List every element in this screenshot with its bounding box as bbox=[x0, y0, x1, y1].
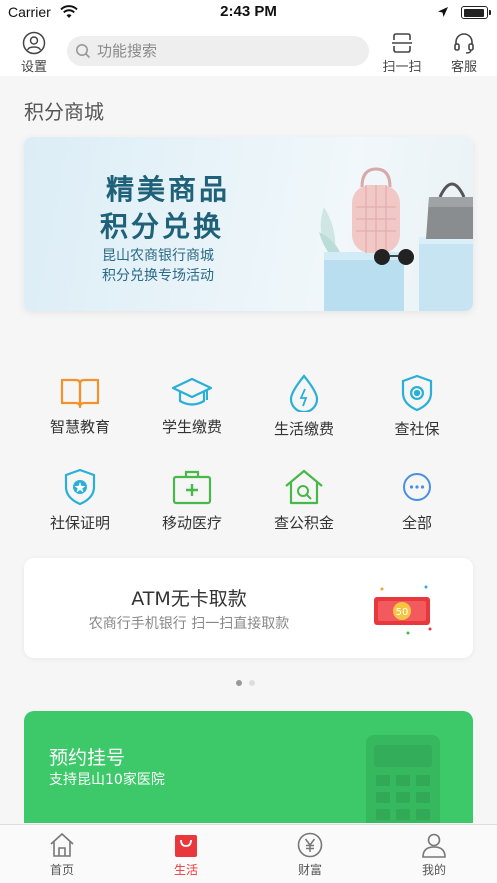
atm-subtitle: 农商行手机银行 扫一扫直接取款 bbox=[88, 616, 290, 632]
service-housing-fund[interactable]: 查公积金 bbox=[242, 468, 366, 533]
more-icon bbox=[403, 473, 431, 501]
clock: 2:43 PM bbox=[220, 3, 277, 20]
atm-title: ATM无卡取款 bbox=[131, 588, 247, 610]
tab-mine[interactable]: 我的 bbox=[372, 831, 496, 878]
service-label: 移动医疗 bbox=[161, 514, 222, 532]
service-label: 查社保 bbox=[394, 420, 440, 438]
battery-icon bbox=[461, 6, 491, 19]
headset-icon bbox=[454, 33, 474, 54]
home-icon bbox=[50, 832, 74, 857]
service-label: 生活缴费 bbox=[273, 420, 334, 438]
atm-cardless-card[interactable]: ATM无卡取款 农商行手机银行 扫一扫直接取款 50 bbox=[24, 558, 473, 658]
scan-label: 扫一扫 bbox=[382, 60, 422, 75]
customer-service-button[interactable]: 客服 bbox=[442, 31, 486, 75]
service-label: 智慧教育 bbox=[49, 418, 110, 436]
scan-icon bbox=[392, 33, 412, 53]
banner-subtitle-1: 昆山农商银行商城 bbox=[102, 248, 214, 264]
appointment-card[interactable]: 预约挂号 支持昆山10家医院 bbox=[24, 711, 473, 823]
shopping-bag-icon bbox=[175, 835, 197, 857]
service-smart-education[interactable]: 智慧教育 bbox=[18, 376, 142, 437]
service-insurance-certificate[interactable]: 社保证明 bbox=[18, 468, 142, 533]
pager-dot-active bbox=[236, 680, 242, 686]
tab-label: 首页 bbox=[49, 863, 74, 877]
book-icon bbox=[60, 378, 100, 409]
section-title: 积分商城 bbox=[24, 100, 104, 124]
service-label: 学生缴费 bbox=[161, 418, 222, 436]
service-label: 查公积金 bbox=[273, 514, 334, 532]
service-mobile-medical[interactable]: 移动医疗 bbox=[130, 468, 254, 533]
tab-bar: 首页 生活 财富 我的 bbox=[0, 824, 497, 883]
shield-icon bbox=[401, 374, 433, 412]
service-student-payment[interactable]: 学生缴费 bbox=[130, 376, 254, 437]
search-input[interactable] bbox=[97, 36, 357, 66]
points-mall-banner[interactable]: 精美商品 积分兑换 昆山农商银行商城 积分兑换专场活动 bbox=[24, 137, 473, 311]
service-utility-payment[interactable]: 生活缴费 bbox=[242, 374, 366, 439]
appointment-title: 预约挂号 bbox=[49, 747, 126, 769]
cash-icon: 50 bbox=[374, 585, 432, 635]
water-drop-icon bbox=[289, 374, 319, 412]
tab-wealth[interactable]: 财富 bbox=[248, 831, 372, 878]
person-icon bbox=[422, 833, 446, 858]
tab-label: 财富 bbox=[297, 863, 322, 877]
status-bar: Carrier 2:43 PM bbox=[0, 0, 497, 26]
pager-dot bbox=[249, 680, 255, 686]
settings-label: 设置 bbox=[20, 60, 47, 75]
house-search-icon bbox=[285, 469, 323, 505]
graduation-cap-icon bbox=[171, 377, 213, 406]
tab-label: 生活 bbox=[173, 863, 198, 877]
tab-label: 我的 bbox=[421, 863, 446, 877]
tab-home[interactable]: 首页 bbox=[0, 831, 124, 878]
location-arrow-icon bbox=[438, 7, 448, 17]
service-social-security[interactable]: 查社保 bbox=[355, 374, 479, 439]
banner-subtitle-2: 积分兑换专场活动 bbox=[102, 268, 214, 284]
service-label: 社保证明 bbox=[49, 514, 110, 532]
user-circle-icon bbox=[22, 31, 46, 55]
service-all[interactable]: 全部 bbox=[355, 468, 479, 533]
banner-product-illustration bbox=[319, 167, 473, 311]
calculator-illustration bbox=[366, 735, 440, 823]
appointment-subtitle: 支持昆山10家医院 bbox=[49, 772, 165, 788]
search-icon bbox=[76, 44, 91, 59]
shield-badge-icon bbox=[64, 468, 96, 506]
scan-button[interactable]: 扫一扫 bbox=[380, 31, 424, 75]
service-label: 全部 bbox=[401, 514, 432, 532]
atm-badge-value: 50 bbox=[396, 607, 409, 618]
medical-kit-icon bbox=[172, 470, 212, 505]
top-nav: 设置 扫一扫 客服 bbox=[0, 26, 497, 76]
tab-life[interactable]: 生活 bbox=[124, 831, 248, 878]
search-bar[interactable] bbox=[67, 36, 369, 66]
banner-headline-1: 精美商品 bbox=[106, 173, 231, 206]
yen-coin-icon bbox=[297, 832, 323, 858]
banner-headline-2: 积分兑换 bbox=[100, 210, 225, 243]
pager-dots bbox=[236, 671, 262, 690]
settings-button[interactable]: 设置 bbox=[12, 31, 56, 75]
service-label: 客服 bbox=[450, 60, 477, 75]
